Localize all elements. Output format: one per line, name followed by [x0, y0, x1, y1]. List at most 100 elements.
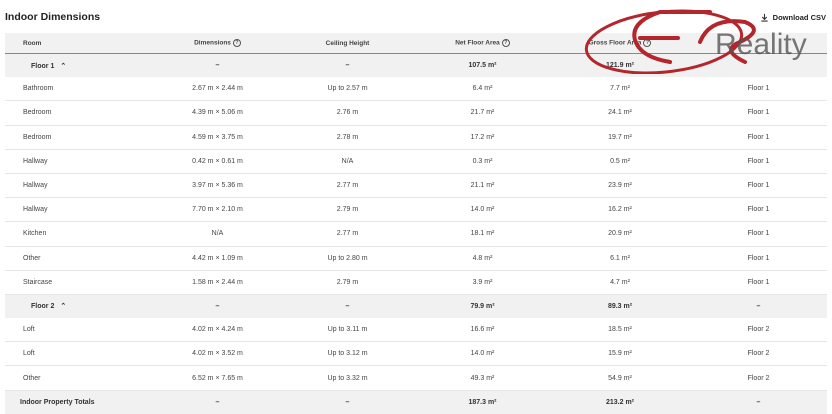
table-cell: Floor 1: [690, 125, 827, 150]
table-cell: Bathroom: [5, 77, 155, 102]
table-row: Hallway 0.42 m × 0.61 m N/A 0.3 m² 0.5 m² Flo…: [5, 149, 827, 174]
table-row: Loft 4.02 m × 4.24 m Up to 3.11 m 16.6 m² 18…: [5, 318, 827, 343]
table-cell: 2.77 m: [280, 173, 415, 199]
table-cell: N/A: [155, 221, 280, 247]
info-icon[interactable]: ?: [501, 39, 510, 47]
table-cell: Bedroom: [5, 125, 155, 150]
table-cell: Kitchen: [5, 221, 155, 247]
table-cell: Floor 2: [690, 341, 827, 367]
table-cell: 14.0 m²: [415, 341, 550, 367]
table-cell: 2.76 m: [280, 100, 415, 126]
table-cell: Floor 1: [690, 197, 827, 223]
table-cell: Floor 2: [690, 318, 827, 343]
table-row: Hallway 7.70 m × 2.10 m 2.79 m 14.0 m² 16.2 …: [5, 197, 827, 223]
table-cell: 15.9 m²: [550, 341, 690, 367]
group-summary-cell: –: [155, 53, 280, 78]
table-cell: Up to 3.11 m: [280, 318, 415, 343]
header-floor: [690, 33, 827, 54]
table-cell: Up to 3.32 m: [280, 365, 415, 391]
group-summary-cell: 107.5 m²: [415, 53, 550, 78]
table-cell: 3.97 m × 5.36 m: [155, 173, 280, 199]
info-icon[interactable]: ?: [232, 39, 241, 47]
table-cell: Up to 2.57 m: [280, 77, 415, 102]
table-cell: 18.1 m²: [415, 221, 550, 247]
table-row: Bedroom 4.59 m × 3.75 m 2.78 m 17.2 m² 19.7 …: [5, 125, 827, 150]
table-cell: 2.78 m: [280, 125, 415, 150]
group-summary-cell: 89.3 m²: [550, 293, 690, 319]
page-title: Indoor Dimensions: [5, 11, 101, 23]
table-cell: 18.5 m²: [550, 318, 690, 343]
table-row: Staircase 1.58 m × 2.44 m 2.79 m 3.9 m² 4.7 …: [5, 270, 827, 295]
table-cell: Bedroom: [5, 100, 155, 126]
chevron-up-icon[interactable]: ⌃: [60, 303, 66, 310]
info-icon[interactable]: ?: [643, 39, 652, 47]
table-cell: 17.2 m²: [415, 125, 550, 150]
table-cell: Loft: [5, 318, 155, 343]
header-gross-floor-area: Gross Floor Area?: [550, 33, 690, 54]
table-cell: 20.9 m²: [550, 221, 690, 247]
floor2-group-row[interactable]: Floor 2 ⌃ – –79.9 m² 89.3 m² –: [5, 293, 827, 319]
download-csv-button[interactable]: Download CSV: [760, 13, 826, 22]
table-cell: Loft: [5, 341, 155, 367]
table-cell: Floor 1: [690, 221, 827, 247]
table-cell: Other: [5, 365, 155, 391]
table-cell: N/A: [280, 149, 415, 174]
table-cell: 0.42 m × 0.61 m: [155, 149, 280, 174]
header-room: Room: [23, 39, 42, 47]
table-cell: 2.77 m: [280, 221, 415, 247]
table-cell: 54.9 m²: [550, 365, 690, 391]
table-cell: 24.1 m²: [550, 100, 690, 126]
group-summary-cell: –: [690, 293, 827, 319]
group-summary-cell: [690, 53, 827, 78]
download-label: Download CSV: [772, 13, 826, 22]
table-cell: 2.79 m: [280, 270, 415, 295]
table-cell: 7.70 m × 2.10 m: [155, 197, 280, 223]
table-cell: Other: [5, 246, 155, 271]
table-row: Loft 4.02 m × 3.52 m Up to 3.12 m 14.0 m² 15…: [5, 341, 827, 367]
table-cell: 4.02 m × 3.52 m: [155, 341, 280, 367]
header-dimensions: Dimensions?: [155, 33, 280, 54]
table-cell: Floor 1: [690, 77, 827, 102]
table-row: Other 6.52 m × 7.65 m Up to 3.32 m 49.3 m² 5…: [5, 365, 827, 391]
group-summary-cell: –: [280, 293, 415, 319]
header-net-floor-area: Net Floor Area?: [415, 33, 550, 54]
table-cell: Up to 3.12 m: [280, 341, 415, 367]
table-cell: 14.0 m²: [415, 197, 550, 223]
table-cell: Floor 1: [690, 173, 827, 199]
floor1-group-row[interactable]: Floor 1 ⌃ – –107.5 m² 121.9 m²: [5, 53, 827, 78]
header-ceiling-height: Ceiling Height: [325, 39, 370, 47]
table-cell: Floor 1: [690, 270, 827, 295]
table-cell: Hallway: [5, 149, 155, 174]
table-cell: 21.7 m²: [415, 100, 550, 126]
group-summary-cell: 79.9 m²: [415, 293, 550, 319]
chevron-up-icon[interactable]: ⌃: [60, 63, 66, 70]
table-cell: 16.2 m²: [550, 197, 690, 223]
table-cell: 19.7 m²: [550, 125, 690, 150]
table-cell: 4.42 m × 1.09 m: [155, 246, 280, 271]
table-cell: Staircase: [5, 270, 155, 295]
table-cell: 3.9 m²: [415, 270, 550, 295]
table-cell: Up to 2.80 m: [280, 246, 415, 271]
group-label[interactable]: Floor 1 ⌃: [5, 53, 155, 78]
group-summary-cell: –: [280, 53, 415, 78]
table-cell: Floor 2: [690, 365, 827, 391]
table-cell: 2.67 m × 2.44 m: [155, 77, 280, 102]
group-label[interactable]: Floor 2 ⌃: [5, 293, 155, 319]
table-cell: 4.59 m × 3.75 m: [155, 125, 280, 150]
table-cell: 4.8 m²: [415, 246, 550, 271]
group-summary-cell: 121.9 m²: [550, 53, 690, 78]
table-cell: 49.3 m²: [415, 365, 550, 391]
table-cell: 2.79 m: [280, 197, 415, 223]
table-cell: Floor 1: [690, 246, 827, 271]
table-cell: 23.9 m²: [550, 173, 690, 199]
table-cell: 6.4 m²: [415, 77, 550, 102]
table-row: Bathroom 2.67 m × 2.44 m Up to 2.57 m 6.4 m…: [5, 77, 827, 102]
table-cell: 6.52 m × 7.65 m: [155, 365, 280, 391]
table-cell: 0.5 m²: [550, 149, 690, 174]
table-cell: 7.7 m²: [550, 77, 690, 102]
table-cell: Hallway: [5, 173, 155, 199]
table-cell: Hallway: [5, 197, 155, 223]
table-cell: 16.6 m²: [415, 318, 550, 343]
dimensions-table: Room Dimensions? Ceiling Height Net Floo…: [5, 33, 827, 414]
table-header-row: Room Dimensions? Ceiling Height Net Floo…: [5, 33, 827, 54]
